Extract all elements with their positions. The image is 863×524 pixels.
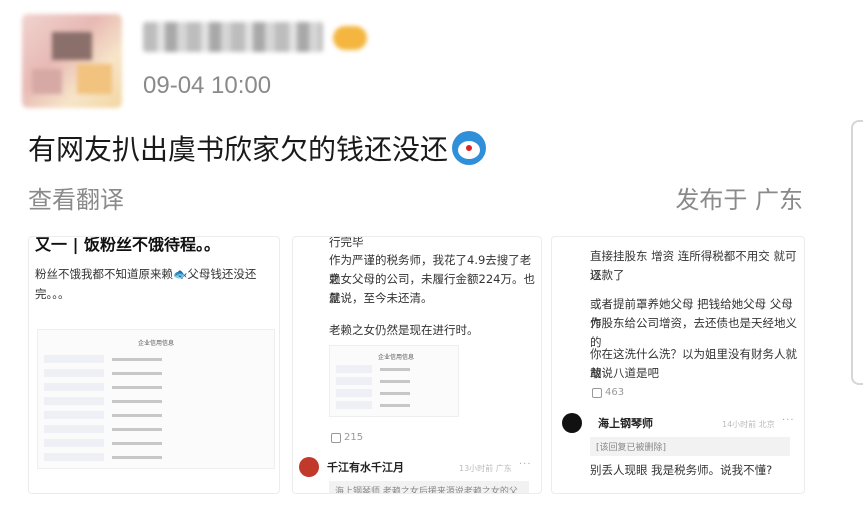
card2-doc-title: 企业信用信息: [378, 354, 415, 361]
quoted-comment: 海上钢琴师 老赖之女后援来源说老赖之女的父: [329, 481, 529, 493]
card1-document-screenshot: 企业信用信息: [37, 329, 275, 469]
card2-document-screenshot: 企业信用信息: [329, 345, 459, 417]
post-time: 09-04 10:00: [143, 72, 272, 99]
card3-line: 胡说八道是吧: [590, 366, 659, 380]
card2-line: 老赖之女仍然是现在进行时。: [329, 323, 479, 337]
post-text-content: 有网友扒出虞书欣家欠的钱还没还: [28, 133, 449, 166]
view-translation-link[interactable]: 查看翻译: [28, 180, 124, 215]
doc-row: [44, 424, 268, 434]
deleted-reply-quote: [该回复已被删除]: [590, 437, 790, 456]
card1-doc-title: 企业信用信息: [138, 340, 175, 347]
doc-row: [336, 364, 452, 374]
avatar-blur-block: [52, 32, 92, 60]
thumb-up-icon: [331, 432, 341, 443]
doc-row: [44, 368, 268, 378]
doc-row: [44, 396, 268, 406]
post-text: 有网友扒出虞书欣家欠的钱还没还: [28, 128, 487, 168]
image-card-3[interactable]: 直接挂股东 增资 连所得税都不用交 就可以 还款了 或者提前罩养她父母 把钱给她…: [551, 236, 805, 494]
more-options-icon[interactable]: ···: [782, 415, 795, 426]
image-card-1[interactable]: 又一 | 饭粉丝不饿待程。。 粉丝不饿我都不知道原来赖🐟父母钱还没还 完。。。 …: [28, 236, 280, 494]
card2-line: 是说，至今未还清。: [329, 291, 433, 305]
commenter-name[interactable]: 海上钢琴师: [598, 415, 653, 431]
card1-line: 完。。。: [35, 287, 70, 301]
card2-like-button[interactable]: 215: [331, 432, 363, 443]
doc-row: [44, 452, 268, 462]
avatar-blur-block: [77, 64, 112, 94]
username-blurred[interactable]: [143, 22, 323, 52]
vip-badge-icon: [333, 26, 367, 50]
doc-row: [44, 410, 268, 420]
card2-comment-header: 千江有水千江月: [299, 457, 404, 477]
card3-comment-text: 别丢人现眼 我是税务师。说我不懂?: [590, 463, 773, 477]
card2-line: 行完毕: [329, 236, 364, 249]
doc-row: [44, 438, 268, 448]
commenter-name[interactable]: 千江有水千江月: [327, 459, 404, 475]
doc-row: [44, 354, 268, 364]
doc-row: [336, 388, 452, 398]
post-location: 发布于 广东: [675, 186, 803, 214]
commenter-avatar[interactable]: [299, 457, 319, 477]
thumb-up-icon: [592, 387, 602, 398]
user-avatar[interactable]: [22, 14, 122, 108]
card1-line: 粉丝不饿我都不知道原来赖🐟父母钱还没还: [35, 267, 257, 281]
image-card-2[interactable]: 行完毕 作为严谨的税务师，我花了4.9去搜了老赖 之女父母的公司，未履行金额22…: [292, 236, 542, 494]
card3-line: 还款了: [590, 268, 625, 282]
commenter-avatar[interactable]: [562, 413, 582, 433]
doc-row: [44, 382, 268, 392]
comment-meta: 13小时前 广东: [459, 464, 512, 473]
doraemon-emoji-icon: [452, 131, 487, 165]
card3-comment-header: 海上钢琴师: [562, 413, 653, 433]
card3-like-button[interactable]: 463: [592, 387, 624, 398]
more-options-icon[interactable]: ···: [519, 459, 532, 470]
doc-row: [336, 400, 452, 410]
card2-like-count: 215: [344, 432, 364, 443]
comment-meta: 14小时前 北京: [722, 420, 775, 429]
scroll-edge-indicator: [851, 120, 863, 385]
card1-headline: 又一 | 饭粉丝不饿待程。。: [35, 236, 220, 254]
avatar-blur-block: [32, 69, 62, 94]
card3-like-count: 463: [605, 387, 625, 398]
doc-row: [336, 376, 452, 386]
